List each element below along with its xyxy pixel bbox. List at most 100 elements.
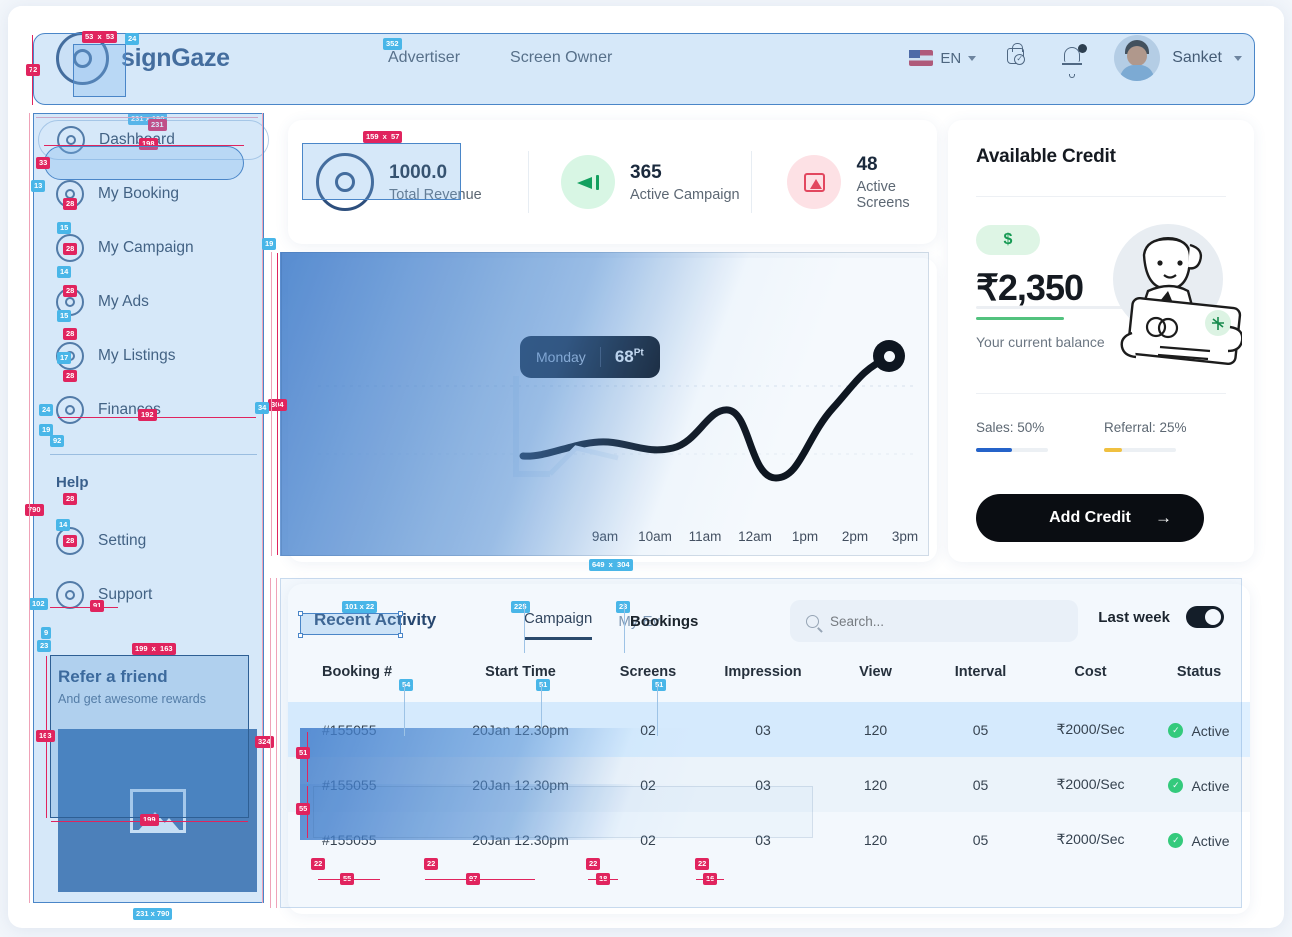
cell-impression: 03 xyxy=(755,776,771,793)
cell-view: 120 xyxy=(863,721,888,738)
image-placeholder-icon xyxy=(129,788,186,833)
status-label: Active xyxy=(1191,832,1230,849)
brand-logo-group[interactable]: signGaze xyxy=(56,31,296,85)
language-selector[interactable]: EN xyxy=(909,50,977,67)
last-week-toggle[interactable] xyxy=(1186,606,1224,628)
page-title: Available Credit xyxy=(976,146,1116,167)
avatar xyxy=(1114,35,1161,81)
last-week-filter[interactable]: Last week xyxy=(1098,606,1224,628)
user-menu[interactable]: Sanket xyxy=(1114,35,1242,81)
search-input[interactable] xyxy=(830,613,1062,629)
finances-icon xyxy=(56,396,84,424)
check-circle-icon: ✓ xyxy=(1168,723,1184,739)
table-column-header: Status xyxy=(1176,664,1222,680)
divider xyxy=(750,151,752,213)
table-row[interactable]: #155055 20Jan 12.30pm 02 03 120 05 ₹2000/Sec ✓ A… xyxy=(288,702,1250,757)
nav-advertiser[interactable]: Advertiser xyxy=(388,49,460,67)
cell-booking: #155055 xyxy=(322,721,377,738)
header-actions: EN ✓ Sanket xyxy=(909,35,1242,81)
chart-x-tick: 12am xyxy=(738,529,772,544)
search-icon xyxy=(806,614,819,628)
sidebar-item-my-campaign[interactable]: My Campaign xyxy=(38,228,269,268)
table-column-header: Start Time xyxy=(485,664,556,680)
metric-bar-fill xyxy=(976,448,1012,452)
stat-value: 48 xyxy=(856,153,878,175)
currency-badge: $ xyxy=(976,225,1040,255)
search-box[interactable] xyxy=(790,600,1078,642)
sidebar-item-label: My Campaign xyxy=(98,239,194,256)
stat-value: 1000.0 xyxy=(389,161,448,183)
us-flag-icon xyxy=(909,50,934,66)
status-badge: ✓ Active xyxy=(1148,757,1250,812)
stat-label: Active Screens xyxy=(856,178,910,211)
cell-start: 20Jan 12.30pm xyxy=(472,721,569,738)
available-credit-card: Available Credit $ ₹2,350 Your current b… xyxy=(948,120,1254,562)
tooltip-unit: Pt xyxy=(633,347,644,359)
chart-x-tick: 2pm xyxy=(841,529,869,544)
chart-x-tick: 10am xyxy=(638,529,672,544)
table-column-header: Booking # xyxy=(322,664,393,680)
header-nav: Advertiser Screen Owner xyxy=(388,49,612,67)
sidebar-item-label: My Listings xyxy=(98,347,176,364)
cell-screens: 02 xyxy=(640,776,656,793)
nav-screen-owner[interactable]: Screen Owner xyxy=(510,49,612,67)
chart-tooltip: Monday 68Pt xyxy=(520,336,660,378)
filter-label: Last week xyxy=(1098,608,1170,626)
shopping-bag-check-icon[interactable]: ✓ xyxy=(1002,43,1032,73)
cell-interval: 05 xyxy=(972,831,989,848)
cell-view: 120 xyxy=(863,776,888,793)
tooltip-value: 68 xyxy=(614,347,634,366)
chart-end-marker xyxy=(873,340,905,372)
refer-image xyxy=(58,729,257,892)
check-circle-icon: ✓ xyxy=(1168,778,1184,794)
sidebar-item-finances[interactable]: Finances xyxy=(38,390,269,430)
cell-start: 20Jan 12.30pm xyxy=(472,776,569,793)
table-row[interactable]: #155055 20Jan 12.30pm 02 03 120 05 ₹2000/Sec ✓ A… xyxy=(288,757,1250,812)
app-header: signGaze Advertiser Screen Owner EN ✓ Sa… xyxy=(8,6,1284,110)
sidebar-item-my-ads[interactable]: My Ads xyxy=(38,282,269,322)
cell-booking: #155055 xyxy=(322,831,377,848)
cell-screens: 02 xyxy=(640,831,656,848)
refer-subtitle: And get awesome rewards xyxy=(58,692,206,706)
cell-view: 120 xyxy=(863,831,888,848)
sidebar-item-label: My Ads xyxy=(98,293,149,310)
stat-label: Total Revenue xyxy=(389,186,482,203)
stat-total-revenue: 1000.0 Total Revenue xyxy=(316,153,528,211)
chart-x-tick: 3pm xyxy=(891,529,919,544)
chart-x-axis: 9am 10am 11am 12am 1pm 2pm 3pm xyxy=(288,529,937,544)
tab-campaign[interactable]: Campaign xyxy=(524,610,593,640)
line-chart xyxy=(318,354,913,482)
person-with-card-illustration xyxy=(1113,224,1242,365)
cell-booking: #155055 xyxy=(322,776,377,793)
sidebar-item-support[interactable]: Support xyxy=(38,575,269,615)
cell-cost: ₹2000/Sec xyxy=(1056,776,1125,792)
support-icon xyxy=(56,581,84,609)
cell-start: 20Jan 12.30pm xyxy=(472,831,569,848)
refer-a-friend-block[interactable]: Refer a friend And get awesome rewards xyxy=(38,667,269,892)
status-badge: ✓ Active xyxy=(1148,702,1250,757)
stat-label: Active Campaign xyxy=(630,186,740,203)
metric-bar-fill xyxy=(1104,448,1122,452)
arrow-right-icon: → xyxy=(1155,508,1172,527)
ads-icon xyxy=(56,288,84,316)
table-column-header: Screens xyxy=(619,664,677,680)
ring-logo-icon xyxy=(56,31,109,85)
sidebar-item-setting[interactable]: Setting xyxy=(38,521,269,561)
check-circle-icon: ✓ xyxy=(1168,833,1184,849)
notification-bell-icon[interactable] xyxy=(1058,43,1088,78)
stat-active-campaign: 365 Active Campaign xyxy=(561,155,751,209)
metric-referral: Referral: 25% xyxy=(1104,420,1187,452)
sidebar-item-dashboard[interactable]: Dashboard xyxy=(38,120,269,160)
sidebar-item-my-listings[interactable]: My Listings xyxy=(38,336,269,376)
sidebar-item-label: Setting xyxy=(98,532,147,549)
sidebar-divider xyxy=(50,454,257,455)
add-credit-button[interactable]: Add Credit → xyxy=(976,494,1204,542)
bookings-table: Booking # Start Time Screens Impression View… xyxy=(288,656,1250,867)
tab-bookings[interactable]: Bookings xyxy=(630,613,698,640)
sidebar-item-my-booking[interactable]: My Booking xyxy=(38,174,269,214)
cell-impression: 03 xyxy=(755,721,771,738)
table-row[interactable]: #155055 20Jan 12.30pm 02 03 120 05 ₹2000/Sec ✓ A… xyxy=(288,812,1250,867)
table-column-header: View xyxy=(859,664,892,680)
brand-name: signGaze xyxy=(121,43,230,72)
cell-interval: 05 xyxy=(972,776,989,793)
